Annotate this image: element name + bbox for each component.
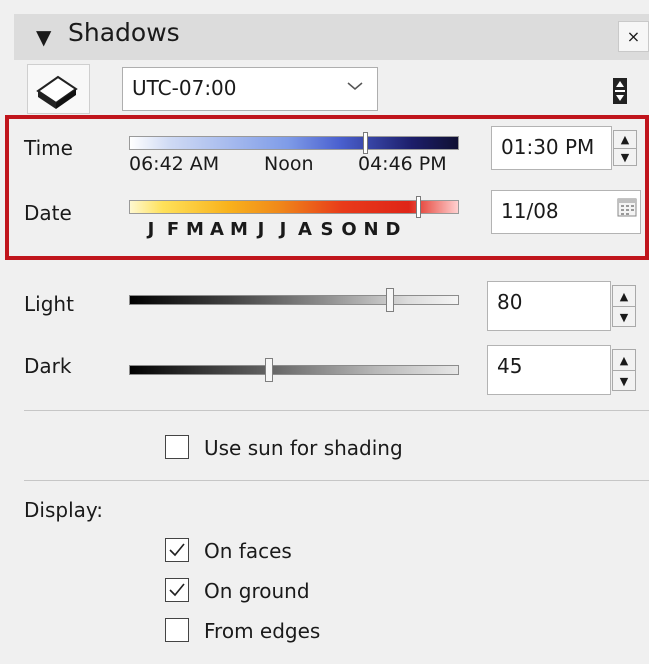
light-label: Light bbox=[24, 292, 74, 316]
use-sun-checkbox[interactable] bbox=[165, 435, 189, 459]
light-slider-thumb[interactable] bbox=[386, 288, 394, 312]
month-tick: A bbox=[298, 219, 312, 240]
checkmark-icon bbox=[169, 543, 185, 557]
stepper-up-icon[interactable]: ▲ bbox=[614, 131, 636, 149]
time-slider-thumb[interactable] bbox=[363, 132, 369, 154]
display-label: Display: bbox=[24, 498, 104, 522]
stepper-up-icon[interactable]: ▲ bbox=[613, 350, 635, 371]
month-tick: S bbox=[320, 219, 334, 240]
dark-label: Dark bbox=[24, 354, 72, 378]
panel-title: Shadows bbox=[68, 18, 180, 47]
divider bbox=[24, 410, 649, 411]
month-tick: N bbox=[363, 219, 379, 240]
dark-stepper[interactable]: ▲ ▼ bbox=[612, 349, 636, 391]
month-tick: F bbox=[166, 219, 180, 240]
month-tick: J bbox=[147, 219, 155, 240]
on-faces-checkbox[interactable] bbox=[165, 538, 189, 562]
from-edges-label: From edges bbox=[204, 619, 321, 643]
panel-collapse-icon[interactable] bbox=[612, 77, 628, 105]
month-tick: M bbox=[186, 219, 204, 240]
light-stepper[interactable]: ▲ ▼ bbox=[612, 285, 636, 327]
timezone-value: UTC-07:00 bbox=[132, 76, 237, 100]
on-ground-checkbox[interactable] bbox=[165, 578, 189, 602]
light-input[interactable]: 80 bbox=[487, 281, 611, 331]
time-slider[interactable] bbox=[129, 136, 459, 150]
date-label: Date bbox=[24, 201, 72, 225]
month-ticks: JFMAMJJASOND bbox=[140, 219, 404, 240]
light-slider[interactable] bbox=[129, 295, 459, 305]
stepper-down-icon[interactable]: ▼ bbox=[614, 149, 636, 166]
on-ground-label: On ground bbox=[204, 579, 310, 603]
time-input[interactable]: 01:30 PM bbox=[491, 126, 612, 170]
dark-input[interactable]: 45 bbox=[487, 345, 611, 395]
month-tick: J bbox=[257, 219, 265, 240]
stepper-down-icon[interactable]: ▼ bbox=[613, 307, 635, 327]
shadow-toggle-icon bbox=[36, 75, 78, 109]
month-tick: O bbox=[341, 219, 357, 240]
close-button[interactable]: × bbox=[618, 21, 649, 52]
month-tick: M bbox=[230, 219, 248, 240]
month-tick: A bbox=[210, 219, 224, 240]
chevron-down-icon[interactable] bbox=[346, 80, 364, 92]
sunset-label: 04:46 PM bbox=[358, 153, 447, 175]
divider bbox=[24, 480, 649, 481]
shadow-toggle-button[interactable] bbox=[27, 64, 90, 114]
noon-label: Noon bbox=[264, 153, 314, 175]
dark-slider[interactable] bbox=[129, 365, 459, 375]
month-tick: J bbox=[279, 219, 287, 240]
calendar-icon[interactable] bbox=[617, 197, 637, 217]
month-tick: D bbox=[385, 219, 401, 240]
date-slider[interactable] bbox=[129, 200, 459, 214]
on-faces-label: On faces bbox=[204, 539, 292, 563]
checkmark-icon bbox=[169, 583, 185, 597]
sunrise-label: 06:42 AM bbox=[129, 153, 220, 175]
time-label: Time bbox=[24, 136, 73, 160]
collapse-arrow-icon[interactable]: ▼ bbox=[36, 25, 51, 49]
from-edges-checkbox[interactable] bbox=[165, 618, 189, 642]
stepper-up-icon[interactable]: ▲ bbox=[613, 286, 635, 307]
date-slider-thumb[interactable] bbox=[416, 196, 422, 218]
dark-slider-thumb[interactable] bbox=[265, 358, 273, 382]
time-stepper[interactable]: ▲ ▼ bbox=[613, 130, 637, 166]
use-sun-label: Use sun for shading bbox=[204, 436, 403, 460]
stepper-down-icon[interactable]: ▼ bbox=[613, 371, 635, 391]
